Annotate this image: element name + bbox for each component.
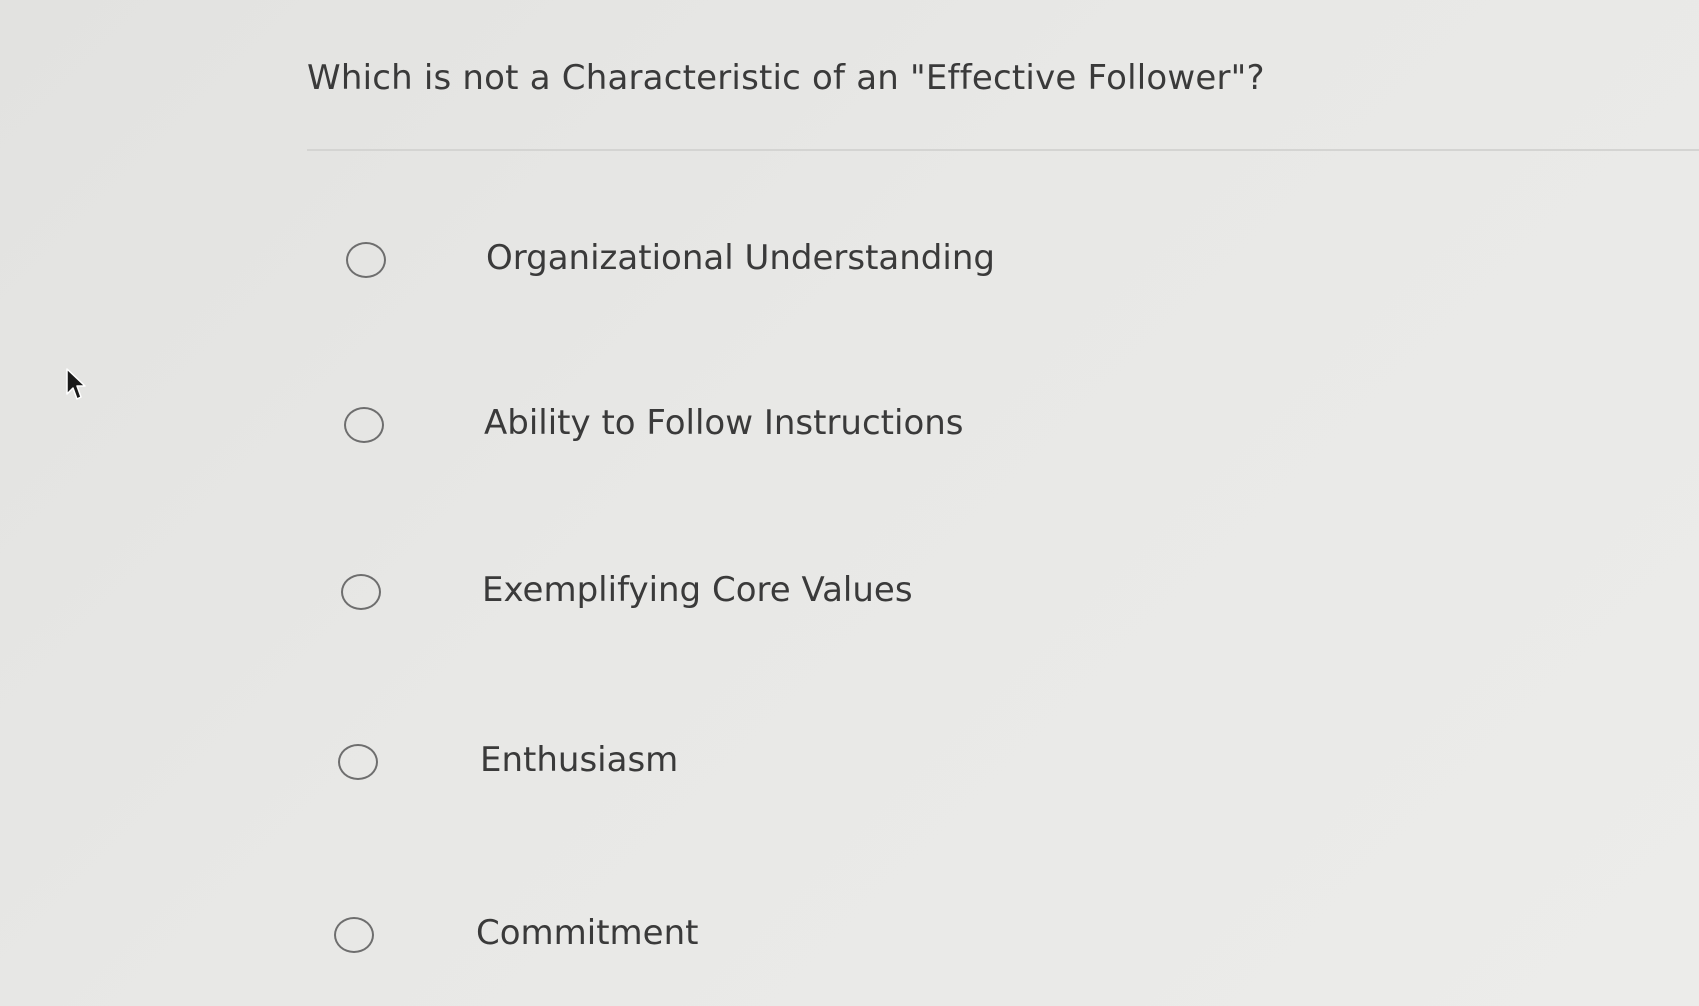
radio-button-3[interactable] [341, 574, 381, 610]
question-divider [307, 149, 1699, 151]
answer-option-2-label: Ability to Follow Instructions [484, 403, 964, 443]
answer-option-5[interactable] [334, 909, 374, 961]
mouse-pointer-icon [66, 368, 86, 400]
answer-option-3[interactable] [341, 566, 381, 618]
answer-option-4[interactable] [338, 736, 378, 788]
radio-button-1[interactable] [346, 242, 386, 278]
radio-button-4[interactable] [338, 744, 378, 780]
answer-option-1[interactable] [346, 234, 386, 286]
radio-button-5[interactable] [334, 917, 374, 953]
answer-option-2[interactable] [344, 399, 384, 451]
answer-option-1-label: Organizational Understanding [486, 238, 995, 278]
answer-option-3-label: Exemplifying Core Values [482, 570, 913, 610]
question-text: Which is not a Characteristic of an "Eff… [307, 58, 1265, 98]
answer-option-5-label: Commitment [476, 913, 699, 953]
answer-option-4-label: Enthusiasm [480, 740, 679, 780]
radio-button-2[interactable] [344, 407, 384, 443]
